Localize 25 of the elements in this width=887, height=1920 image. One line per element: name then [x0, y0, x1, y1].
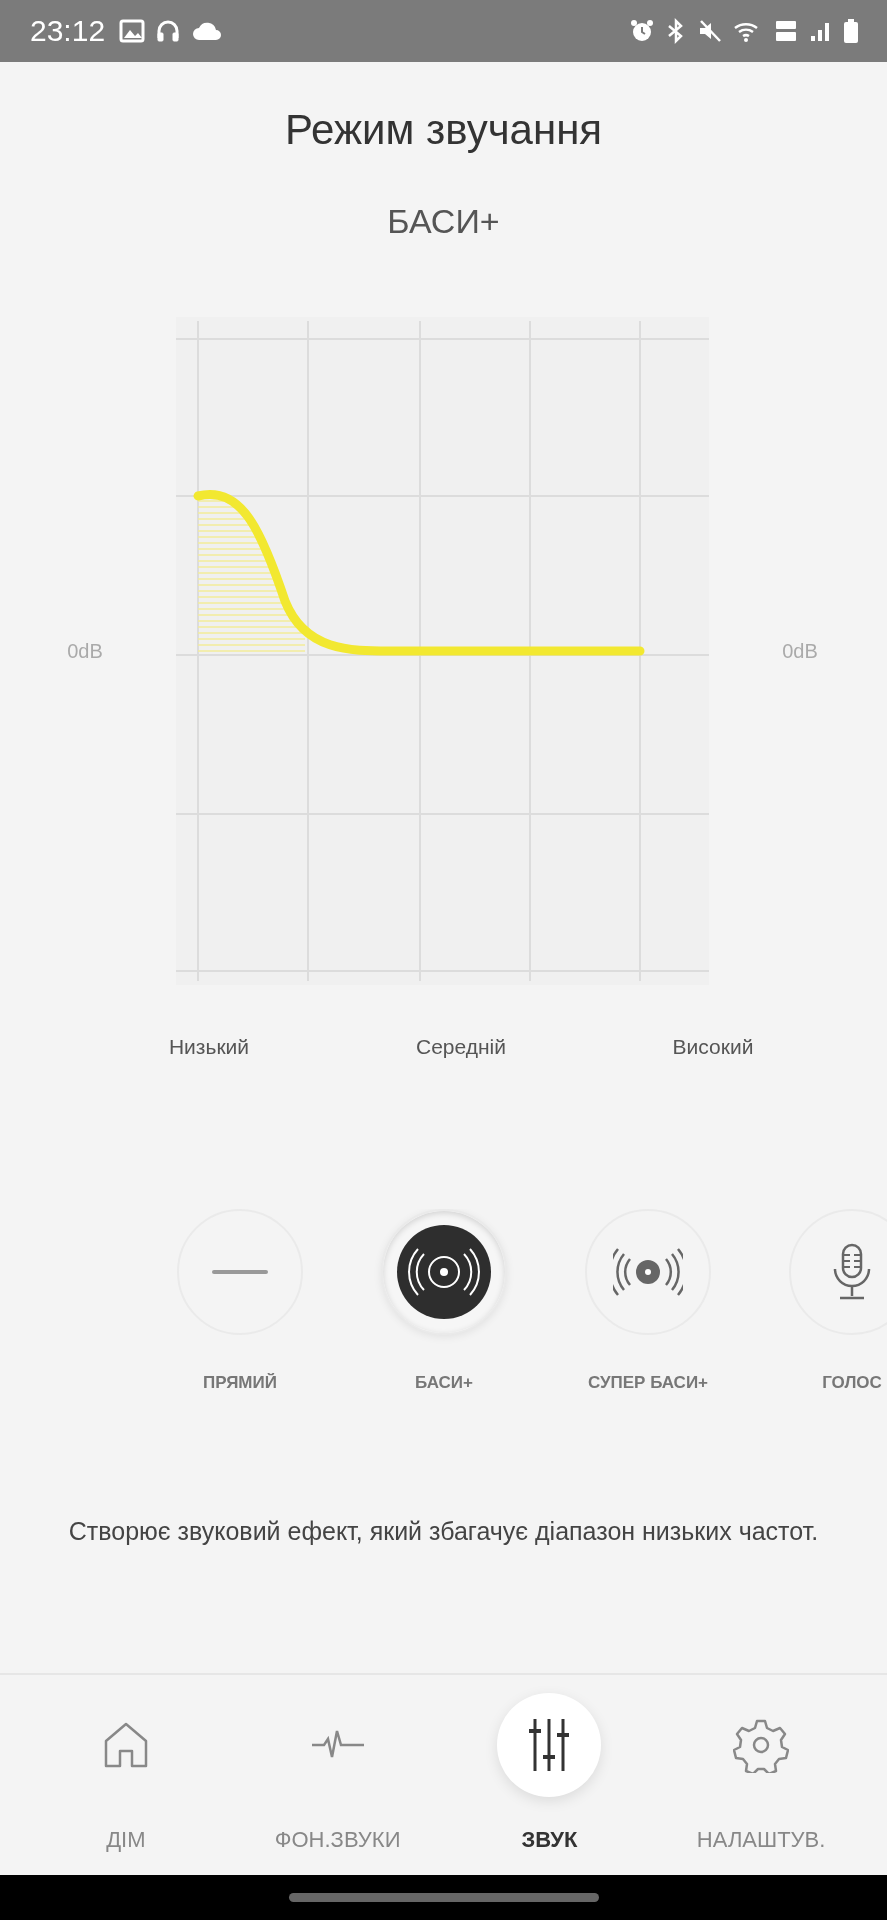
mode-description: Створює звуковий ефект, який збагачує діапазон низьких частот.: [67, 1516, 820, 1547]
nav-tab[interactable]: ФОН.ЗВУКИ: [237, 1675, 438, 1875]
nav-tab[interactable]: НАЛАШТУВ.: [661, 1675, 862, 1875]
mode-label: СУПЕР БАСИ+: [587, 1373, 709, 1393]
current-mode-name: БАСИ+: [386, 202, 501, 241]
band-label: Низький: [167, 1035, 251, 1059]
battery-icon: [843, 18, 859, 44]
mute-icon: [697, 18, 723, 44]
nav-tab[interactable]: ДІМ: [25, 1675, 226, 1875]
band-label: Середній: [415, 1035, 507, 1059]
image-icon: [119, 19, 146, 43]
db-label: 0dB: [781, 639, 819, 663]
cloud-icon: [191, 20, 224, 42]
settings-icon: [733, 1717, 790, 1773]
db-label: 0dB: [66, 639, 104, 663]
mode-label: ГОЛОС: [822, 1373, 882, 1393]
clock-time: 23:12: [30, 14, 106, 48]
headphones-icon: [155, 18, 182, 44]
nav-tab[interactable]: ЗВУК: [449, 1675, 650, 1875]
speaker-waves-icon: [396, 1224, 492, 1320]
alarm-icon: [629, 18, 655, 44]
mode-label: БАСИ+: [415, 1373, 473, 1393]
band-label: Високий: [671, 1035, 755, 1059]
page-title: Режим звучання: [283, 106, 604, 154]
mode-label: ПРЯМИЙ: [203, 1373, 277, 1393]
